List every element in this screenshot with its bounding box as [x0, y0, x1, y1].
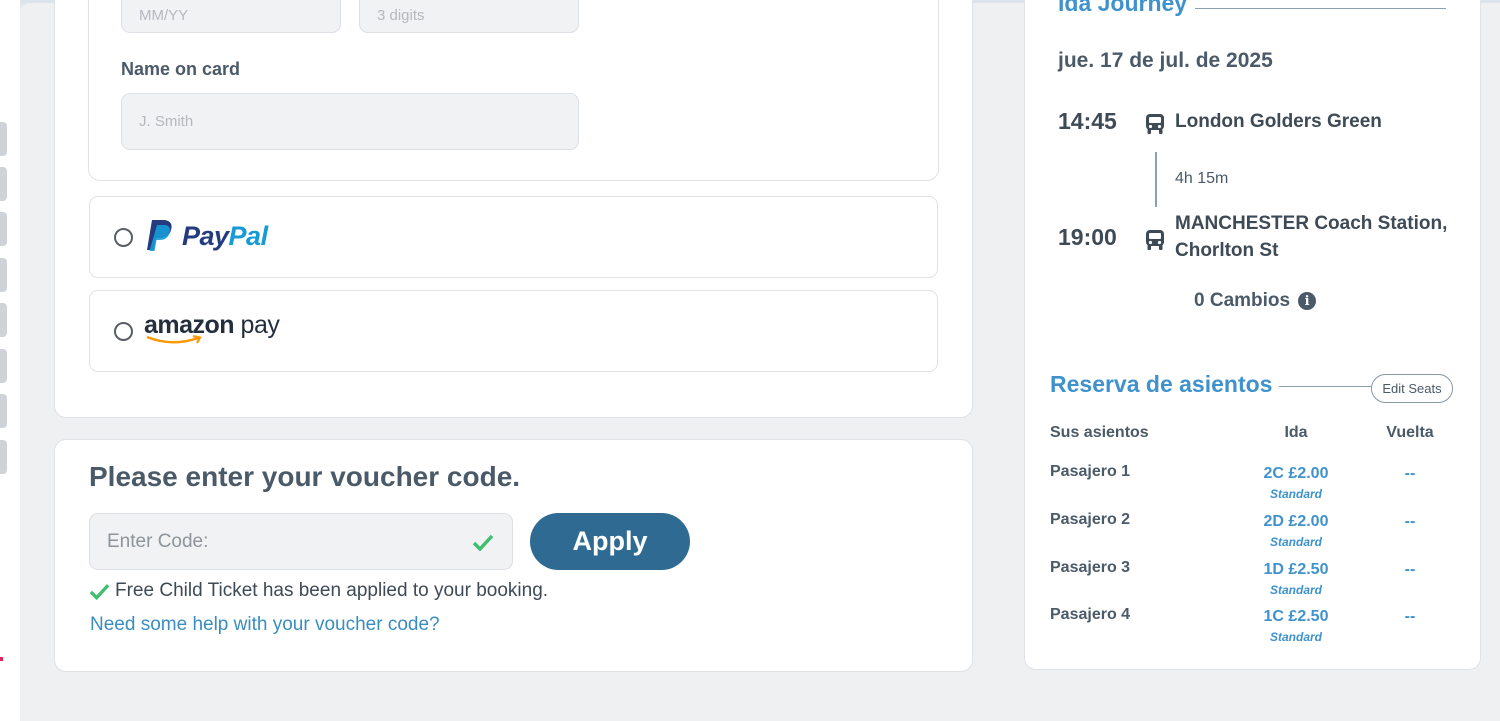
journey-date: jue. 17 de jul. de 2025 — [1058, 49, 1273, 72]
voucher-input-placeholder: Enter Code: — [107, 530, 209, 552]
sidebar-marker — [0, 657, 3, 661]
cvv-placeholder: 3 digits — [377, 7, 425, 24]
info-icon[interactable]: i — [1298, 292, 1317, 310]
sidebar-tab[interactable] — [0, 440, 7, 474]
paypal-wordmark: PayPal — [182, 221, 268, 252]
paypal-logo-icon — [147, 220, 172, 251]
sidebar-tab[interactable] — [0, 349, 7, 383]
paypal-word-pay: Pay — [182, 221, 229, 251]
success-check-icon — [89, 583, 110, 600]
outbound-seat: 1D £2.50 — [1263, 561, 1329, 578]
return-seat: -- — [1404, 608, 1416, 625]
departure-time: 14:45 — [1058, 108, 1117, 134]
changes-count: 0 Cambios i — [1194, 290, 1317, 312]
bus-icon — [1146, 230, 1164, 250]
expiry-field[interactable]: MM/YY — [121, 0, 341, 33]
outbound-seat: 2D £2.00 — [1263, 513, 1329, 530]
outbound-seat: 1C £2.50 — [1263, 608, 1329, 625]
seat-class: Standard — [1269, 630, 1322, 644]
seat-class: Standard — [1269, 487, 1322, 501]
voucher-applied-message: Free Child Ticket has been applied to yo… — [89, 580, 548, 602]
name-on-card-field[interactable]: J. Smith — [121, 93, 579, 150]
outbound-column-header: Ida — [1284, 424, 1308, 441]
return-seat: -- — [1404, 561, 1416, 578]
arrival-time: 19:00 — [1058, 224, 1117, 250]
voucher-code-input[interactable]: Enter Code: — [89, 513, 513, 570]
valid-check-icon — [472, 534, 494, 551]
return-seat: -- — [1404, 513, 1416, 530]
seat-class: Standard — [1269, 535, 1322, 549]
sidebar-tab[interactable] — [0, 212, 7, 246]
seat-class: Standard — [1269, 583, 1322, 597]
seat-title-divider — [1279, 386, 1372, 387]
departure-stop: London Golders Green — [1175, 111, 1382, 132]
paypal-option[interactable]: PayPal — [89, 196, 938, 278]
name-placeholder: J. Smith — [139, 113, 194, 130]
left-sidebar-strip — [0, 0, 20, 721]
changes-text: 0 Cambios — [1194, 290, 1291, 311]
edit-seats-button[interactable]: Edit Seats — [1371, 374, 1453, 403]
name-on-card-label: Name on card — [121, 59, 241, 79]
passenger-name: Pasajero 3 — [1050, 559, 1131, 576]
voucher-title: Please enter your voucher code. — [89, 461, 521, 492]
sidebar-tab[interactable] — [0, 258, 7, 292]
amazon-pay-option[interactable]: amazon pay — [89, 290, 938, 372]
seats-column-header: Sus asientos — [1050, 424, 1149, 441]
return-column-header: Vuelta — [1386, 424, 1434, 441]
arrival-stop: MANCHESTER Coach Station, Chorlton St — [1175, 210, 1447, 264]
cvv-field[interactable]: 3 digits — [359, 0, 579, 33]
journey-title: Ida Journey — [1058, 0, 1188, 16]
passenger-name: Pasajero 1 — [1050, 463, 1131, 480]
apply-voucher-button[interactable]: Apply — [530, 513, 690, 570]
outbound-seat: 2C £2.00 — [1263, 465, 1329, 482]
paypal-radio[interactable] — [114, 228, 133, 247]
journey-duration: 4h 15m — [1175, 170, 1229, 187]
bus-icon — [1146, 114, 1164, 134]
passenger-name: Pasajero 4 — [1050, 606, 1131, 623]
amazon-smile-icon — [146, 335, 202, 344]
sidebar-tab[interactable] — [0, 303, 7, 337]
paypal-word-pal: Pal — [228, 221, 269, 251]
amazon-pay-word: pay — [240, 311, 280, 339]
passenger-name: Pasajero 2 — [1050, 511, 1131, 528]
sidebar-tab[interactable] — [0, 167, 7, 201]
voucher-help-link[interactable]: Need some help with your voucher code? — [90, 614, 440, 636]
expiry-placeholder: MM/YY — [139, 7, 189, 24]
voucher-applied-text: Free Child Ticket has been applied to yo… — [115, 580, 549, 601]
seat-reservation-title: Reserva de asientos — [1050, 371, 1273, 397]
arrival-stop-line1: MANCHESTER Coach Station, — [1175, 213, 1448, 234]
journey-title-divider — [1195, 8, 1446, 9]
amazon-pay-radio[interactable] — [114, 322, 133, 341]
sidebar-tab[interactable] — [0, 122, 7, 156]
sidebar-tab[interactable] — [0, 394, 7, 428]
arrival-stop-line2: Chorlton St — [1175, 240, 1279, 261]
journey-connector-line — [1155, 152, 1157, 207]
return-seat: -- — [1404, 465, 1416, 482]
